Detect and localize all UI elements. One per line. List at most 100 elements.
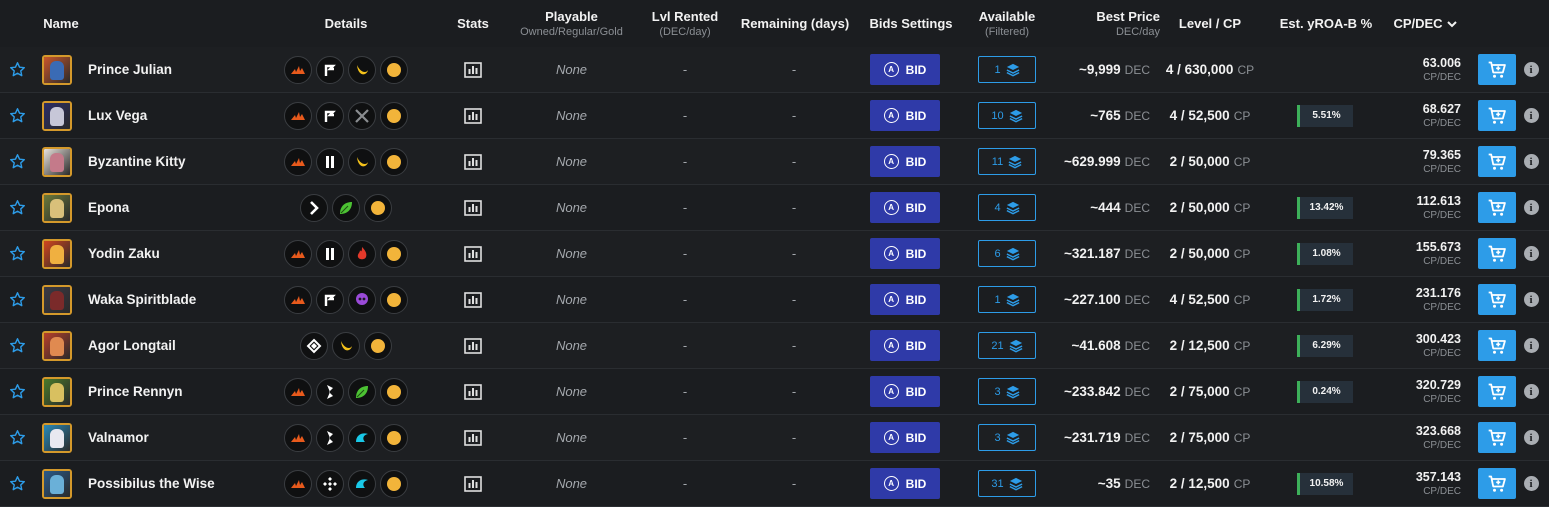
add-to-cart-button[interactable]: [1478, 468, 1516, 499]
bid-button[interactable]: A BID: [870, 100, 940, 131]
bid-button[interactable]: A BID: [870, 192, 940, 223]
add-to-cart-button[interactable]: [1478, 192, 1516, 223]
available-button[interactable]: 1: [978, 56, 1036, 83]
card-name[interactable]: Valnamor: [88, 415, 149, 460]
header-yroa[interactable]: Est. yROA-B %: [1274, 0, 1378, 47]
stats-icon[interactable]: [462, 231, 484, 276]
bid-button[interactable]: A BID: [870, 330, 940, 361]
favorite-star-icon[interactable]: [8, 231, 26, 276]
card-avatar[interactable]: [42, 323, 74, 368]
favorite-star-icon[interactable]: [8, 93, 26, 138]
header-cpdec[interactable]: CP/DEC: [1385, 0, 1465, 47]
favorite-star-icon[interactable]: [8, 47, 26, 92]
info-icon[interactable]: i: [1523, 246, 1539, 261]
stats-icon[interactable]: [462, 415, 484, 460]
card-name[interactable]: Byzantine Kitty: [88, 139, 186, 184]
header-best-price[interactable]: Best Price DEC/day: [1074, 0, 1160, 47]
stats-icon[interactable]: [462, 47, 484, 92]
card-avatar[interactable]: [42, 461, 74, 506]
card-avatar[interactable]: [42, 139, 74, 184]
level-cp-value: 2 / 12,500: [1169, 338, 1230, 353]
available-button[interactable]: 31: [978, 470, 1036, 497]
stats-icon[interactable]: [462, 277, 484, 322]
card-name[interactable]: Possibilus the Wise: [88, 461, 215, 506]
header-playable[interactable]: Playable Owned/Regular/Gold: [505, 0, 638, 47]
favorite-star-icon[interactable]: [8, 415, 26, 460]
stats-icon[interactable]: [462, 369, 484, 414]
card-name[interactable]: Agor Longtail: [88, 323, 176, 368]
card-avatar[interactable]: [42, 369, 74, 414]
favorite-star-icon[interactable]: [8, 185, 26, 230]
add-to-cart-button[interactable]: [1478, 422, 1516, 453]
card-avatar[interactable]: [42, 47, 74, 92]
add-to-cart-button[interactable]: [1478, 100, 1516, 131]
card-avatar[interactable]: [42, 277, 74, 322]
add-to-cart-button[interactable]: [1478, 146, 1516, 177]
card-avatar[interactable]: [42, 93, 74, 138]
available-button[interactable]: 4: [978, 194, 1036, 221]
card-details: [266, 185, 426, 230]
add-to-cart-button[interactable]: [1478, 238, 1516, 269]
info-icon[interactable]: i: [1523, 430, 1539, 445]
card-avatar[interactable]: [42, 231, 74, 276]
info-icon[interactable]: i: [1523, 108, 1539, 123]
cpdec-unit: CP/DEC: [1423, 485, 1461, 497]
card-avatar[interactable]: [42, 415, 74, 460]
available-button[interactable]: 6: [978, 240, 1036, 267]
card-name[interactable]: Prince Rennyn: [88, 369, 183, 414]
header-name[interactable]: Name: [42, 0, 80, 47]
bid-button[interactable]: A BID: [870, 422, 940, 453]
stats-icon[interactable]: [462, 461, 484, 506]
info-cell: i: [1522, 231, 1540, 276]
bid-button[interactable]: A BID: [870, 284, 940, 315]
header-remaining[interactable]: Remaining (days): [734, 0, 856, 47]
cpdec-value: 320.729: [1415, 377, 1461, 392]
header-details-label: Details: [324, 15, 368, 31]
favorite-star-icon[interactable]: [8, 323, 26, 368]
available-button[interactable]: 1: [978, 286, 1036, 313]
card-name[interactable]: Prince Julian: [88, 47, 172, 92]
double-bar-icon: [316, 239, 344, 268]
info-icon[interactable]: i: [1523, 154, 1539, 169]
bid-button[interactable]: A BID: [870, 146, 940, 177]
card-name-label: Waka Spiritblade: [88, 292, 197, 307]
add-to-cart-button[interactable]: [1478, 54, 1516, 85]
info-icon[interactable]: i: [1523, 200, 1539, 215]
bid-button[interactable]: A BID: [870, 468, 940, 499]
header-available[interactable]: Available (Filtered): [970, 0, 1044, 47]
bid-button[interactable]: A BID: [870, 54, 940, 85]
available-button[interactable]: 3: [978, 378, 1036, 405]
info-icon[interactable]: i: [1523, 62, 1539, 77]
card-name[interactable]: Lux Vega: [88, 93, 147, 138]
info-icon[interactable]: i: [1523, 338, 1539, 353]
stats-icon[interactable]: [462, 323, 484, 368]
available-button[interactable]: 10: [978, 102, 1036, 129]
card-avatar[interactable]: [42, 185, 74, 230]
stats-icon[interactable]: [462, 185, 484, 230]
info-icon[interactable]: i: [1523, 476, 1539, 491]
card-name[interactable]: Epona: [88, 185, 129, 230]
favorite-star-icon[interactable]: [8, 369, 26, 414]
available-button[interactable]: 3: [978, 424, 1036, 451]
cart-cell: [1478, 185, 1516, 230]
info-icon[interactable]: i: [1523, 384, 1539, 399]
level-cp: 4 / 52,500 CP: [1160, 277, 1260, 322]
info-icon[interactable]: i: [1523, 292, 1539, 307]
available-button[interactable]: 11: [978, 148, 1036, 175]
favorite-star-icon[interactable]: [8, 461, 26, 506]
header-lvl-rented[interactable]: Lvl Rented (DEC/day): [645, 0, 725, 47]
favorite-star-icon[interactable]: [8, 139, 26, 184]
add-to-cart-button[interactable]: [1478, 284, 1516, 315]
stats-icon[interactable]: [462, 139, 484, 184]
card-name[interactable]: Yodin Zaku: [88, 231, 160, 276]
bid-button[interactable]: A BID: [870, 376, 940, 407]
lvl-rented-value-label: -: [682, 154, 688, 169]
bid-button[interactable]: A BID: [870, 238, 940, 269]
add-to-cart-button[interactable]: [1478, 376, 1516, 407]
stats-icon[interactable]: [462, 93, 484, 138]
favorite-star-icon[interactable]: [8, 277, 26, 322]
card-name[interactable]: Waka Spiritblade: [88, 277, 196, 322]
add-to-cart-button[interactable]: [1478, 330, 1516, 361]
header-level-cp[interactable]: Level / CP: [1170, 0, 1250, 47]
available-button[interactable]: 21: [978, 332, 1036, 359]
